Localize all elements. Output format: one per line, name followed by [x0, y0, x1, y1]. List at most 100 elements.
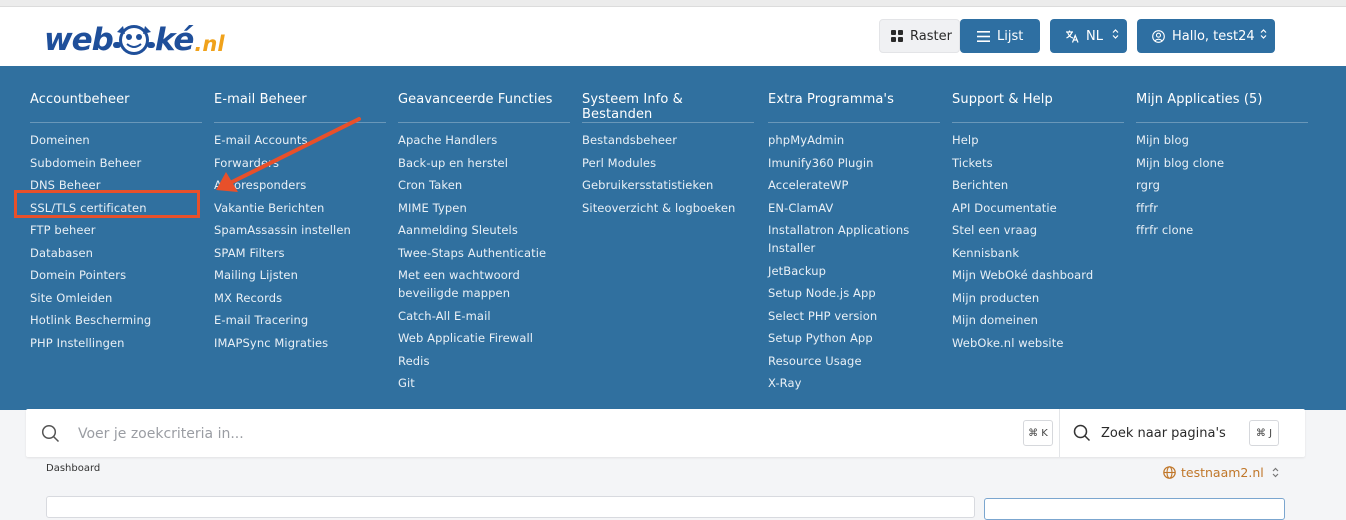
- grid-icon: [891, 30, 903, 42]
- menu-item-berichten[interactable]: Berichten: [952, 176, 1124, 194]
- menu-list: Mijn blog Mijn blog clone rgrg ffrfr ffr…: [1136, 131, 1308, 239]
- menu-item-bestandsbeheer[interactable]: Bestandsbeheer: [582, 131, 754, 149]
- menu-item-stel-een-vraag[interactable]: Stel een vraag: [952, 221, 1124, 239]
- menu-item-installatron[interactable]: Installatron Applications Installer: [768, 221, 940, 257]
- menu-column-title: Extra Programma's: [768, 92, 940, 123]
- menu-item-imunify360[interactable]: Imunify360 Plugin: [768, 154, 940, 172]
- menu-list: Domeinen Subdomein Beheer DNS Beheer SSL…: [30, 131, 202, 352]
- menu-item-kennisbank[interactable]: Kennisbank: [952, 244, 1124, 262]
- menu-column-title: Accountbeheer: [30, 92, 202, 123]
- menu-item-resource-usage[interactable]: Resource Usage: [768, 352, 940, 370]
- divider: [1059, 409, 1060, 457]
- annotation-arrow-icon: [216, 117, 361, 192]
- highlight-box: [14, 190, 200, 218]
- language-select[interactable]: NL: [1050, 19, 1127, 53]
- menu-item-api-documentatie[interactable]: API Documentatie: [952, 199, 1124, 217]
- menu-item-weboke-website[interactable]: WebOke.nl website: [952, 334, 1124, 352]
- content-card: [984, 498, 1285, 520]
- menu-item-app-mijn-blog[interactable]: Mijn blog: [1136, 131, 1308, 149]
- menu-item-subdomein-beheer[interactable]: Subdomein Beheer: [30, 154, 202, 172]
- shortcut-badge: ⌘ K: [1023, 420, 1053, 446]
- menu-item-ftp-beheer[interactable]: FTP beheer: [30, 221, 202, 239]
- menu-item-domein-pointers[interactable]: Domein Pointers: [30, 266, 202, 284]
- menu-list: Apache Handlers Back-up en herstel Cron …: [398, 131, 570, 392]
- chevron-updown-icon: [1272, 467, 1279, 478]
- menu-column-title: Support & Help: [952, 92, 1124, 123]
- menu-list: Help Tickets Berichten API Documentatie …: [952, 131, 1124, 352]
- header: web ké .nl Raster Lijst NL Hallo, test24: [0, 7, 1346, 66]
- menu-item-spamassassin[interactable]: SpamAssassin instellen: [214, 221, 386, 239]
- menu-item-select-php-version[interactable]: Select PHP version: [768, 307, 940, 325]
- menu-item-tickets[interactable]: Tickets: [952, 154, 1124, 172]
- menu-item-email-tracering[interactable]: E-mail Tracering: [214, 311, 386, 329]
- menu-column-support-help: Support & Help Help Tickets Berichten AP…: [952, 92, 1124, 356]
- menu-item-app-ffrfr-clone[interactable]: ffrfr clone: [1136, 221, 1308, 239]
- menu-item-mijn-weboke-dashboard[interactable]: Mijn WebOké dashboard: [952, 266, 1124, 284]
- menu-item-mx-records[interactable]: MX Records: [214, 289, 386, 307]
- menu-item-help[interactable]: Help: [952, 131, 1124, 149]
- menu-item-mijn-producten[interactable]: Mijn producten: [952, 289, 1124, 307]
- menu-item-site-omleiden[interactable]: Site Omleiden: [30, 289, 202, 307]
- menu-item-spam-filters[interactable]: SPAM Filters: [214, 244, 386, 262]
- menu-item-redis[interactable]: Redis: [398, 352, 570, 370]
- menu-item-web-applicatie-firewall[interactable]: Web Applicatie Firewall: [398, 329, 570, 347]
- raster-label: Raster: [910, 28, 952, 44]
- page-search-label: Zoek naar pagina's: [1101, 425, 1226, 441]
- list-view-button[interactable]: Lijst: [960, 19, 1040, 53]
- menu-item-en-clamav[interactable]: EN-ClamAV: [768, 199, 940, 217]
- raster-view-button[interactable]: Raster: [879, 19, 960, 53]
- menu-item-cron-taken[interactable]: Cron Taken: [398, 176, 570, 194]
- menu-column-title: Geavanceerde Functies: [398, 92, 570, 123]
- menu-item-setup-nodejs[interactable]: Setup Node.js App: [768, 284, 940, 302]
- domain-value: testnaam2.nl: [1181, 465, 1264, 480]
- menu-column-extra-programmas: Extra Programma's phpMyAdmin Imunify360 …: [768, 92, 940, 397]
- menu-item-perl-modules[interactable]: Perl Modules: [582, 154, 754, 172]
- user-menu-button[interactable]: Hallo, test24: [1137, 19, 1275, 53]
- menu-item-imapsync-migraties[interactable]: IMAPSync Migraties: [214, 334, 386, 352]
- menu-item-catch-all-email[interactable]: Catch-All E-mail: [398, 307, 570, 325]
- top-border: [0, 0, 1346, 7]
- menu-column-mijn-applicaties: Mijn Applicaties (5) Mijn blog Mijn blog…: [1136, 92, 1308, 244]
- menu-item-x-ray[interactable]: X-Ray: [768, 374, 940, 392]
- menu-item-setup-python[interactable]: Setup Python App: [768, 329, 940, 347]
- menu-item-backup-herstel[interactable]: Back-up en herstel: [398, 154, 570, 172]
- menu-item-domeinen[interactable]: Domeinen: [30, 131, 202, 149]
- weboke-logo[interactable]: web ké .nl: [44, 18, 225, 58]
- menu-item-app-ffrfr[interactable]: ffrfr: [1136, 199, 1308, 217]
- menu-item-mailing-lijsten[interactable]: Mailing Lijsten: [214, 266, 386, 284]
- menu-item-git[interactable]: Git: [398, 374, 570, 392]
- menu-item-apache-handlers[interactable]: Apache Handlers: [398, 131, 570, 149]
- menu-list: Bestandsbeheer Perl Modules Gebruikersst…: [582, 131, 754, 217]
- content-card: [46, 496, 975, 518]
- menu-item-twee-staps-authenticatie[interactable]: Twee-Staps Authenticatie: [398, 244, 570, 262]
- mascot-icon: [112, 25, 155, 55]
- menu-item-mime-typen[interactable]: MIME Typen: [398, 199, 570, 217]
- lijst-label: Lijst: [997, 28, 1024, 44]
- menu-column-title: Mijn Applicaties (5): [1136, 92, 1308, 123]
- menu-item-hotlink-bescherming[interactable]: Hotlink Bescherming: [30, 311, 202, 329]
- menu-item-siteoverzicht-logboeken[interactable]: Siteoverzicht & logboeken: [582, 199, 754, 217]
- user-label: Hallo, test24: [1172, 28, 1255, 44]
- chevron-updown-icon: [1260, 28, 1267, 44]
- globe-icon: [1163, 466, 1176, 479]
- search-bar: ⌘ K Zoek naar pagina's ⌘ J: [26, 409, 1305, 457]
- page-search-button[interactable]: Zoek naar pagina's: [1073, 409, 1226, 457]
- menu-item-aanmelding-sleutels[interactable]: Aanmelding Sleutels: [398, 221, 570, 239]
- translate-icon: [1065, 30, 1079, 43]
- menu-item-app-mijn-blog-clone[interactable]: Mijn blog clone: [1136, 154, 1308, 172]
- search-input[interactable]: [76, 422, 1020, 446]
- search-icon: [41, 424, 60, 447]
- menu-item-php-instellingen[interactable]: PHP Instellingen: [30, 334, 202, 352]
- menu-item-beveiligde-mappen[interactable]: Met een wachtwoord beveiligde mappen: [398, 266, 570, 302]
- menu-column-geavanceerde-functies: Geavanceerde Functies Apache Handlers Ba…: [398, 92, 570, 397]
- menu-item-acceleratewp[interactable]: AccelerateWP: [768, 176, 940, 194]
- menu-item-app-rgrg[interactable]: rgrg: [1136, 176, 1308, 194]
- menu-item-mijn-domeinen[interactable]: Mijn domeinen: [952, 311, 1124, 329]
- menu-item-databasen[interactable]: Databasen: [30, 244, 202, 262]
- menu-item-vakantie-berichten[interactable]: Vakantie Berichten: [214, 199, 386, 217]
- domain-selector[interactable]: testnaam2.nl: [1163, 465, 1279, 480]
- menu-item-gebruikersstatistieken[interactable]: Gebruikersstatistieken: [582, 176, 754, 194]
- breadcrumb[interactable]: Dashboard: [46, 463, 100, 474]
- menu-item-jetbackup[interactable]: JetBackup: [768, 262, 940, 280]
- menu-item-phpmyadmin[interactable]: phpMyAdmin: [768, 131, 940, 149]
